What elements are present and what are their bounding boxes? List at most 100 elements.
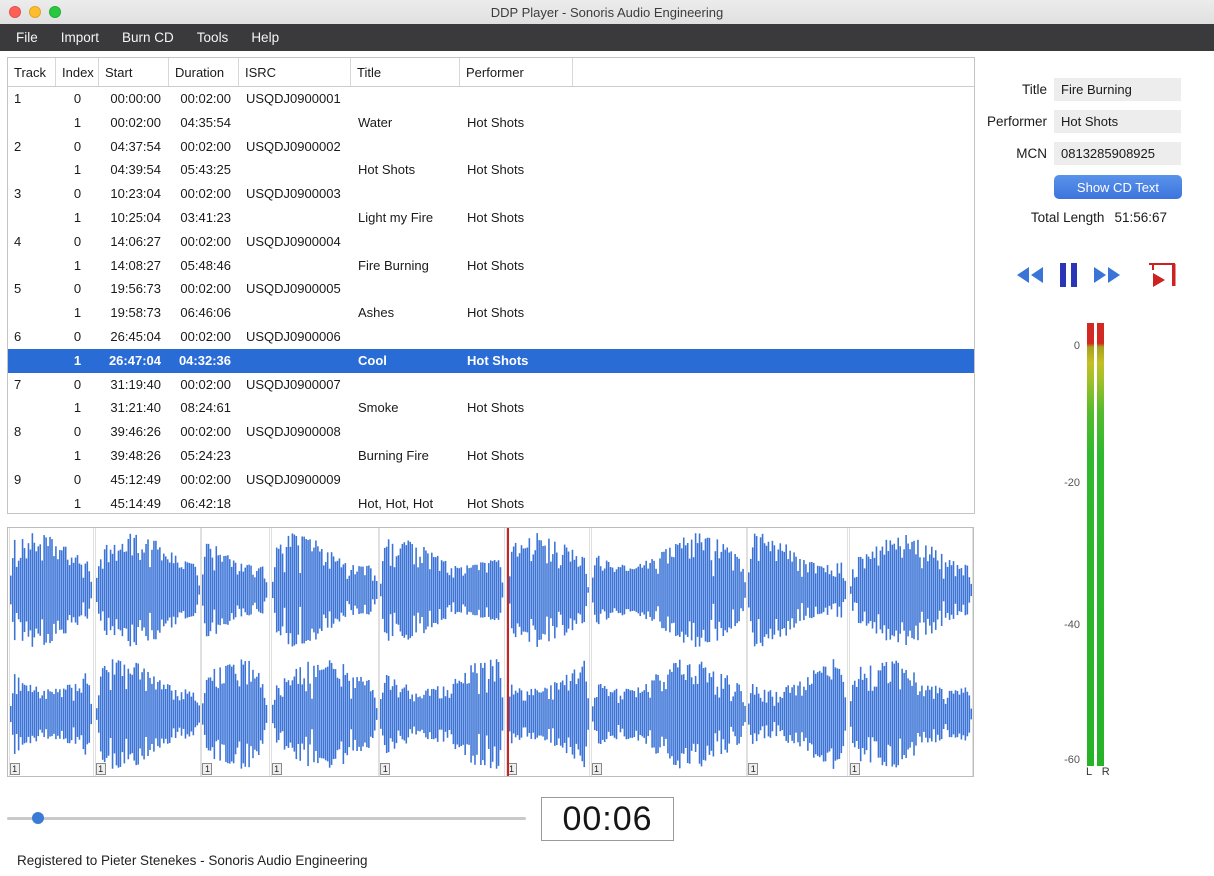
- meter-db-label: -40: [1064, 618, 1080, 631]
- fast-forward-button[interactable]: [1093, 266, 1121, 284]
- cell-isrc: USQDJ0900009: [246, 471, 341, 487]
- seek-slider-track[interactable]: [7, 817, 526, 820]
- waveform-segment[interactable]: [848, 528, 973, 776]
- table-row[interactable]: 8 0 39:46:26 00:02:00 USQDJ0900008: [8, 420, 974, 444]
- cell-start: 39:48:26: [110, 447, 161, 463]
- cell-title: [351, 135, 460, 159]
- waveform-segment[interactable]: [270, 528, 379, 776]
- column-header-filler: [573, 58, 974, 86]
- playhead[interactable]: [507, 528, 510, 776]
- waveform-segment[interactable]: [747, 528, 848, 776]
- cell-duration: 06:46:06: [180, 305, 231, 321]
- table-row[interactable]: 7 0 31:19:40 00:02:00 USQDJ0900007: [8, 373, 974, 397]
- table-row[interactable]: 1 14:08:27 05:48:46 Fire Burning Hot Shots: [8, 254, 974, 278]
- cell-isrc: USQDJ0900003: [246, 186, 341, 202]
- column-header-start[interactable]: Start: [99, 58, 169, 86]
- cell-title: [351, 373, 460, 397]
- table-row[interactable]: 1 0 00:00:00 00:02:00 USQDJ0900001: [8, 87, 974, 111]
- cell-track: [8, 206, 56, 230]
- cell-track: 7: [14, 376, 22, 392]
- cell-track: [8, 492, 56, 513]
- play-to-end-button[interactable]: [1147, 261, 1179, 289]
- cell-filler: [573, 301, 974, 325]
- waveform-segment[interactable]: [590, 528, 747, 776]
- waveform-segment[interactable]: [201, 528, 271, 776]
- menu-item-help[interactable]: Help: [251, 30, 279, 45]
- cell-isrc: [239, 444, 351, 468]
- column-header-performer[interactable]: Performer: [460, 58, 573, 86]
- waveform-panel[interactable]: 111111111: [7, 527, 974, 777]
- cell-filler: [573, 87, 974, 111]
- table-row[interactable]: 3 0 10:23:04 00:02:00 USQDJ0900003: [8, 182, 974, 206]
- cell-start: 10:23:04: [110, 186, 161, 202]
- index-marker: 1: [271, 763, 282, 775]
- play-to-end-icon: [1149, 263, 1176, 287]
- cell-index: 1: [73, 495, 82, 511]
- menu-item-burn-cd[interactable]: Burn CD: [122, 30, 174, 45]
- table-row[interactable]: 2 0 04:37:54 00:02:00 USQDJ0900002: [8, 135, 974, 159]
- show-cd-text-button[interactable]: Show CD Text: [1054, 175, 1182, 199]
- performer-field[interactable]: [1054, 110, 1181, 133]
- cell-isrc: [239, 158, 351, 182]
- table-row[interactable]: 6 0 26:45:04 00:02:00 USQDJ0900006: [8, 325, 974, 349]
- table-row[interactable]: 1 39:48:26 05:24:23 Burning Fire Hot Shots: [8, 444, 974, 468]
- waveform-graphic: [271, 533, 378, 768]
- cell-isrc: USQDJ0900002: [246, 138, 341, 154]
- cell-title: [351, 230, 460, 254]
- cell-start: 19:56:73: [110, 281, 161, 297]
- menu-item-import[interactable]: Import: [61, 30, 99, 45]
- menu-item-tools[interactable]: Tools: [197, 30, 229, 45]
- table-row[interactable]: 1 31:21:40 08:24:61 Smoke Hot Shots: [8, 396, 974, 420]
- cell-filler: [573, 206, 974, 230]
- pause-button[interactable]: [1060, 263, 1077, 287]
- title-field[interactable]: [1054, 78, 1181, 101]
- index-marker: 1: [591, 763, 602, 775]
- cell-performer: [460, 230, 573, 254]
- table-row[interactable]: 1 19:58:73 06:46:06 Ashes Hot Shots: [8, 301, 974, 325]
- column-header-isrc[interactable]: ISRC: [239, 58, 351, 86]
- waveform-segment[interactable]: [94, 528, 202, 776]
- app-window: DDP Player - Sonoris Audio Engineering F…: [0, 0, 1214, 876]
- cell-duration: 00:02:00: [180, 233, 231, 249]
- column-header-title[interactable]: Title: [351, 58, 460, 86]
- mcn-field[interactable]: [1054, 142, 1181, 165]
- cell-track: [8, 158, 56, 182]
- rewind-button[interactable]: [1016, 266, 1044, 284]
- cell-start: 26:47:04: [108, 352, 161, 368]
- table-row[interactable]: 4 0 14:06:27 00:02:00 USQDJ0900004: [8, 230, 974, 254]
- table-row[interactable]: 1 00:02:00 04:35:54 Water Hot Shots: [8, 111, 974, 135]
- cell-index: 0: [73, 91, 82, 106]
- cell-performer: [460, 468, 573, 492]
- cell-index: 1: [73, 305, 82, 321]
- table-row[interactable]: 1 26:47:04 04:32:36 Cool Hot Shots: [8, 348, 974, 373]
- index-marker: 1: [95, 763, 106, 775]
- seek-slider-knob[interactable]: [31, 812, 44, 824]
- cell-filler: [573, 420, 974, 444]
- table-row[interactable]: 1 04:39:54 05:43:25 Hot Shots Hot Shots: [8, 158, 974, 182]
- cell-index: 1: [73, 162, 82, 178]
- level-meter-right-bar: [1097, 323, 1104, 766]
- cell-start: 04:39:54: [110, 162, 161, 178]
- cell-isrc: [239, 301, 351, 325]
- cell-title: [351, 420, 460, 444]
- waveform-segment[interactable]: [505, 528, 590, 776]
- table-row[interactable]: 1 45:14:49 06:42:18 Hot, Hot, Hot Hot Shots: [8, 492, 974, 513]
- column-header-track[interactable]: Track: [8, 58, 56, 86]
- table-row[interactable]: 9 0 45:12:49 00:02:00 USQDJ0900009: [8, 468, 974, 492]
- cell-performer: [460, 325, 573, 349]
- waveform-segment[interactable]: [379, 528, 505, 776]
- cell-filler: [573, 277, 974, 301]
- table-row[interactable]: 1 10:25:04 03:41:23 Light my Fire Hot Shots: [8, 206, 974, 230]
- cell-filler: [573, 182, 974, 206]
- cell-performer: Hot Shots: [467, 447, 525, 463]
- track-table: Track Index Start Duration ISRC Title Performe…: [7, 57, 975, 514]
- cell-isrc: USQDJ0900006: [246, 328, 341, 344]
- waveform-segment[interactable]: [8, 528, 94, 776]
- table-row[interactable]: 5 0 19:56:73 00:02:00 USQDJ0900005: [8, 277, 974, 301]
- waveform-graphic: [95, 533, 200, 769]
- column-header-duration[interactable]: Duration: [169, 58, 239, 86]
- cell-filler: [573, 396, 974, 420]
- menu-item-file[interactable]: File: [16, 30, 38, 45]
- column-header-index[interactable]: Index: [56, 58, 99, 86]
- cell-track: [8, 254, 56, 278]
